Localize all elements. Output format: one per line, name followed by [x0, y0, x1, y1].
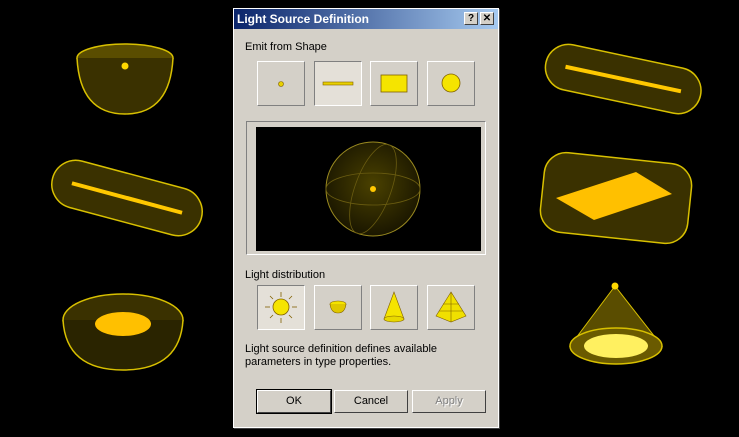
capsule-line-light-illustration-right	[544, 43, 702, 115]
emit-shape-line-button[interactable]	[314, 61, 362, 106]
emit-from-shape-label: Emit from Shape	[245, 41, 327, 53]
preview-frame	[246, 121, 486, 255]
dish-area-light-illustration	[62, 293, 184, 371]
description-line-1: Light source definition defines availabl…	[245, 343, 438, 355]
dialog-titlebar: Light Source Definition ? ✕	[234, 9, 498, 29]
hemisphere-light-illustration	[76, 43, 174, 115]
light-source-definition-dialog: Light Source Definition ? ✕ Emit from Sh…	[233, 8, 499, 428]
close-button[interactable]: ✕	[480, 12, 494, 25]
box-area-light-illustration	[539, 151, 693, 245]
ok-button[interactable]: OK	[256, 389, 332, 414]
description-line-2: parameters in type properties.	[245, 356, 392, 368]
dialog-title: Light Source Definition	[237, 12, 369, 26]
preview-viewport	[256, 127, 481, 251]
sphere-icon	[441, 73, 461, 93]
emit-shape-rectangle-button[interactable]	[370, 61, 418, 106]
point-icon	[278, 81, 284, 87]
distribution-hemisphere-button[interactable]	[314, 285, 362, 330]
distribution-photometric-web-button[interactable]	[427, 285, 475, 330]
help-button[interactable]: ?	[464, 12, 478, 25]
cone-spot-light-illustration	[569, 282, 664, 365]
light-distribution-label: Light distribution	[245, 269, 326, 281]
cancel-button[interactable]: Cancel	[334, 390, 408, 413]
capsule-line-light-illustration-left	[51, 159, 203, 237]
rectangle-icon	[380, 74, 408, 93]
sphere-light-preview	[325, 141, 421, 237]
emit-shape-sphere-button[interactable]	[427, 61, 475, 106]
distribution-hemispherical-button[interactable]	[257, 285, 305, 330]
cone-icon	[383, 291, 405, 323]
apply-button[interactable]: Apply	[412, 390, 486, 413]
pyramid-web-icon	[435, 291, 467, 323]
emit-shape-point-button[interactable]	[257, 61, 305, 106]
distribution-spot-button[interactable]	[370, 285, 418, 330]
description-text: Light source definition defines availabl…	[245, 343, 437, 369]
sun-icon	[265, 292, 297, 323]
line-icon	[322, 81, 354, 86]
hemisphere-icon	[329, 300, 347, 314]
